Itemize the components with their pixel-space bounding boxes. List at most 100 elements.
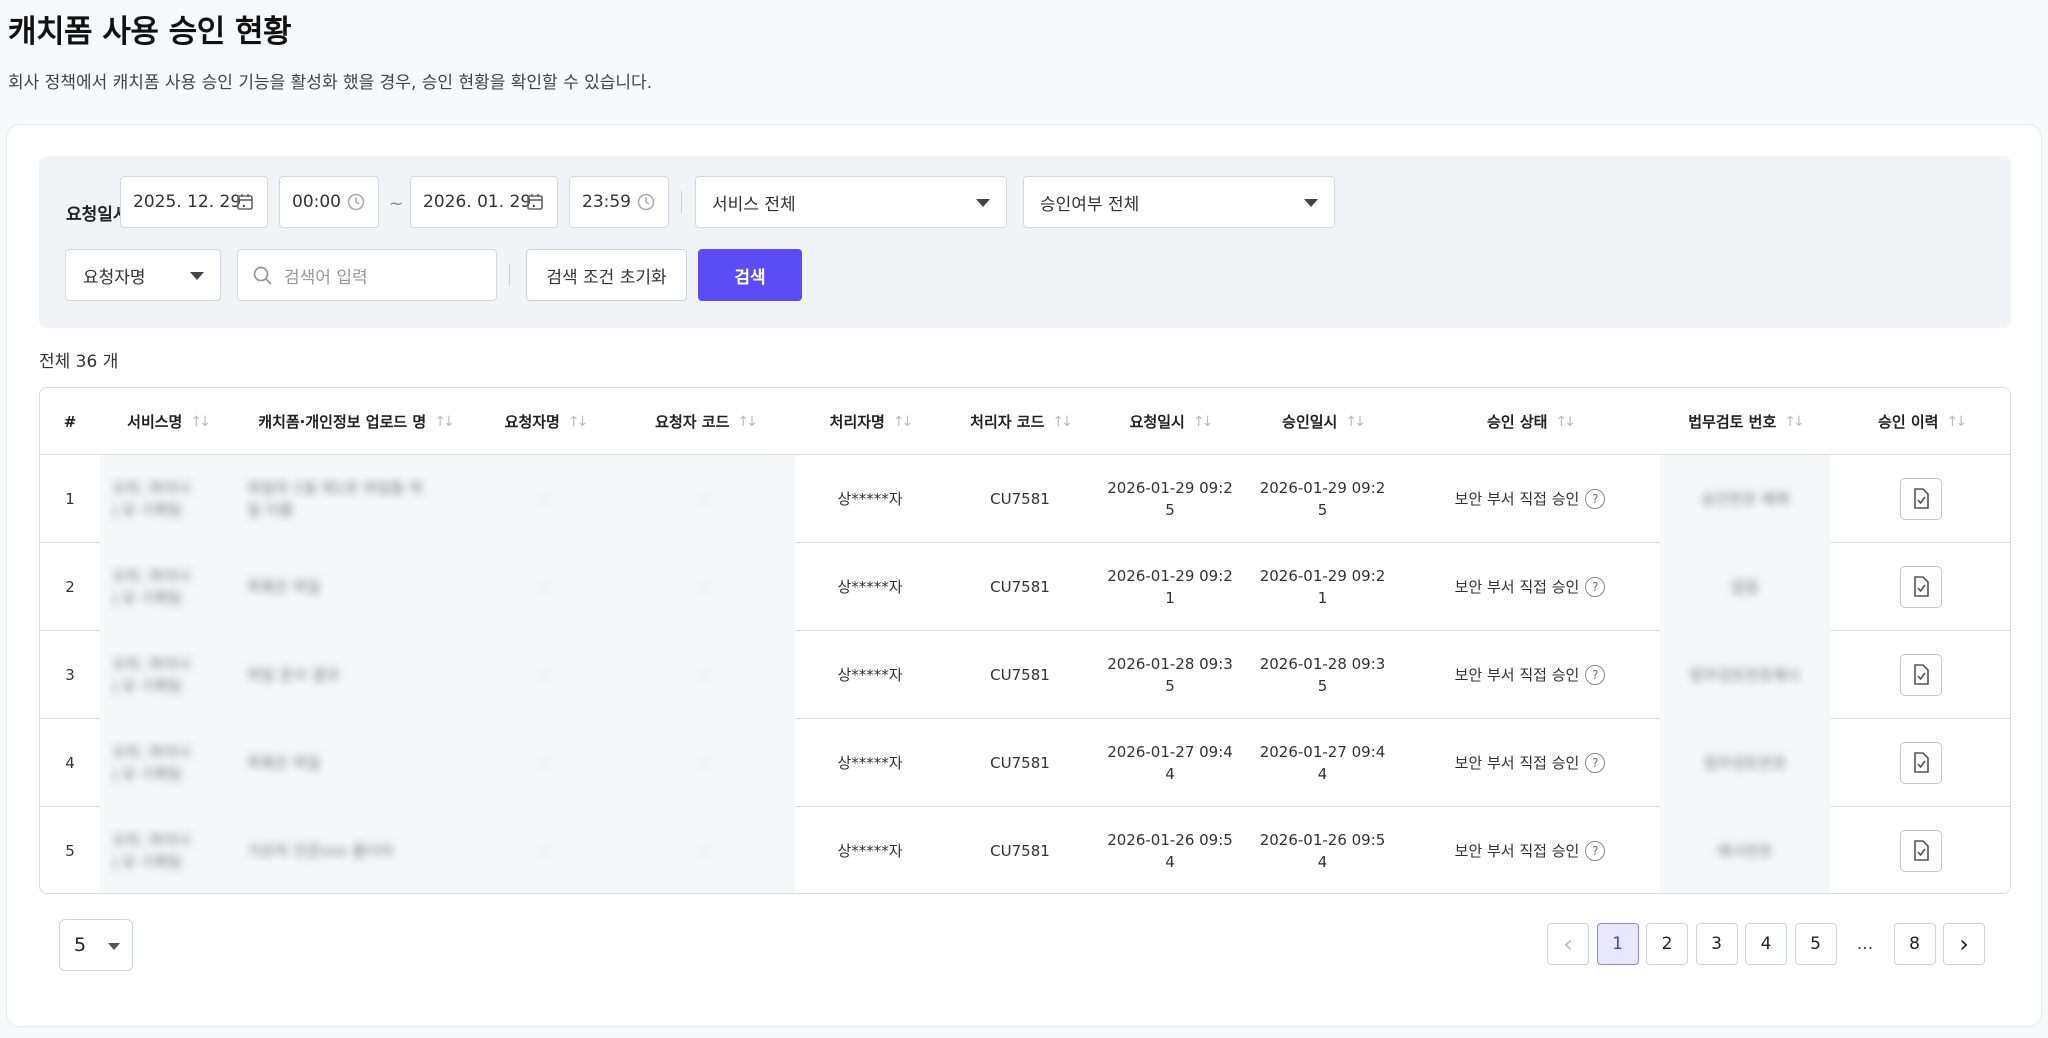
sort-icon[interactable]: ↑↓ — [1193, 414, 1214, 430]
col-history-cell[interactable] — [1830, 543, 2010, 631]
table-row[interactable]: 1 오피, 파이너 | 유 기획팀 파일의 1월 제1호 파일돌 파일 이름 - - 상*… — [40, 455, 2010, 543]
cell-text: CU7581 — [990, 578, 1050, 596]
datetime-text: 2026-01-28 09:3 5 — [1107, 655, 1233, 695]
sort-icon[interactable]: ↑↓ — [1052, 414, 1073, 430]
col-legal-no-cell: 예시번호 — [1660, 807, 1830, 893]
col-request-time-header[interactable]: 요청일시 ↑↓ — [1095, 388, 1245, 455]
col-status-cell: 보안 부서 직접 승인? — [1400, 455, 1660, 543]
help-icon[interactable]: ? — [1585, 665, 1606, 685]
col-processor-code-cell: CU7581 — [945, 631, 1095, 719]
status-text: 보안 부서 직접 승인 — [1454, 578, 1580, 596]
help-icon[interactable]: ? — [1585, 841, 1606, 861]
col-number-cell: 2 — [40, 543, 100, 631]
sort-icon[interactable]: ↑↓ — [190, 414, 211, 430]
page-5-button[interactable]: 5 — [1794, 923, 1837, 965]
col-processor-header[interactable]: 처리자명 ↑↓ — [795, 388, 945, 455]
cell-text: 예시번호 — [1717, 842, 1773, 860]
cell-text: - — [702, 578, 708, 596]
calendar-icon[interactable] — [525, 192, 545, 212]
sort-icon[interactable]: ↑↓ — [1784, 414, 1805, 430]
page-8-button[interactable]: 8 — [1893, 923, 1936, 965]
sort-icon[interactable]: ↑↓ — [1946, 414, 1967, 430]
history-doc-icon[interactable] — [1900, 654, 1942, 696]
service-select[interactable]: 서비스 전체 — [695, 176, 1007, 228]
chevron-down-icon — [1304, 199, 1318, 207]
end-time-input[interactable]: 23:59 — [569, 176, 669, 228]
history-doc-icon[interactable] — [1900, 830, 1942, 872]
sort-icon[interactable]: ↑↓ — [1555, 414, 1576, 430]
col-legal-no-cell: 법무검토번호예시 — [1660, 631, 1830, 719]
col-history-header[interactable]: 승인 이력 ↑↓ — [1830, 388, 2010, 455]
reset-filters-button[interactable]: 검색 조건 초기화 — [526, 249, 687, 301]
col-requester-header[interactable]: 요청자명 ↑↓ — [475, 388, 615, 455]
col-status-header[interactable]: 승인 상태 ↑↓ — [1400, 388, 1660, 455]
sort-icon[interactable]: ↑↓ — [893, 414, 914, 430]
col-history-cell[interactable] — [1830, 455, 2010, 543]
clock-icon[interactable] — [346, 192, 366, 212]
column-header-label: 요청자명 — [504, 413, 560, 431]
col-requester-cell: - — [475, 719, 615, 807]
cell-text: - — [702, 754, 708, 772]
cell-text: - — [702, 666, 708, 684]
cell-text: 법무검토번호예시 — [1689, 666, 1801, 684]
sort-icon[interactable]: ↑↓ — [568, 414, 589, 430]
table-row[interactable]: 5 오피, 파이너 | 유 기획팀 가로막 전문xxx 폴더자 - - 상*****자 CU… — [40, 807, 2010, 893]
table-row[interactable]: 2 오피, 파이너 | 유 기획팀 목록은 파일 - - 상*****자 CU7581 202… — [40, 543, 2010, 631]
col-requester-cell: - — [475, 543, 615, 631]
col-service-cell: 오피, 파이너 | 유 기획팀 — [100, 631, 235, 719]
help-icon[interactable]: ? — [1585, 489, 1606, 509]
col-upload-name-header[interactable]: 캐치폼·개인정보 업로드 명 ↑↓ — [235, 388, 475, 455]
col-requester-code-cell: - — [615, 807, 795, 893]
prev-page-button[interactable]: ‹ — [1547, 923, 1589, 965]
page-1-button[interactable]: 1 — [1596, 923, 1639, 965]
cell-text: 오피, 파이너 | 유 기획팀 — [112, 479, 191, 519]
end-date-input[interactable]: 2026. 01. 29. — [410, 176, 558, 228]
history-doc-icon[interactable] — [1900, 566, 1942, 608]
table-row[interactable]: 3 오피, 파이너 | 유 기획팀 파일 문서 결과 - - 상*****자 CU7581 2… — [40, 631, 2010, 719]
search-button[interactable]: 검색 — [698, 249, 802, 301]
col-approve-time-cell: 2026-01-27 09:4 4 — [1245, 719, 1400, 807]
history-doc-icon[interactable] — [1900, 742, 1942, 784]
col-history-cell[interactable] — [1830, 719, 2010, 807]
page-size-select[interactable]: 5 — [59, 919, 133, 971]
end-time-value: 23:59 — [582, 192, 631, 212]
start-date-input[interactable]: 2025. 12. 29. — [120, 176, 268, 228]
chevron-down-icon — [190, 272, 204, 280]
col-processor-code-header[interactable]: 처리자 코드 ↑↓ — [945, 388, 1095, 455]
sort-icon[interactable]: ↑↓ — [434, 414, 455, 430]
column-header-label: 승인일시 — [1282, 413, 1338, 431]
col-approve-time-header[interactable]: 승인일시 ↑↓ — [1245, 388, 1400, 455]
start-time-input[interactable]: 00:00 — [279, 176, 379, 228]
col-processor-cell: 상*****자 — [795, 807, 945, 893]
history-doc-icon[interactable] — [1900, 478, 1942, 520]
main-card: 요청일시 2025. 12. 29. 00:00 ~ 2026. 01. 29.… — [6, 124, 2042, 1027]
cell-text: 1 — [65, 490, 75, 508]
table-row[interactable]: 4 오피, 파이너 | 유 기획팀 목록은 파일 - - 상*****자 CU7581 202… — [40, 719, 2010, 807]
help-icon[interactable]: ? — [1585, 577, 1606, 597]
col-legal-no-cell: 법무검토번호 — [1660, 719, 1830, 807]
col-requester-code-cell: - — [615, 455, 795, 543]
clock-icon[interactable] — [636, 192, 656, 212]
col-history-cell[interactable] — [1830, 807, 2010, 893]
help-icon[interactable]: ? — [1585, 753, 1606, 773]
search-field-select[interactable]: 요청자명 — [65, 249, 221, 301]
col-upload-name-cell: 목록은 파일 — [235, 543, 475, 631]
calendar-icon[interactable] — [235, 192, 255, 212]
sort-icon[interactable]: ↑↓ — [1345, 414, 1366, 430]
search-input[interactable]: 검색어 입력 — [237, 249, 497, 301]
col-service-header[interactable]: 서비스명 ↑↓ — [100, 388, 235, 455]
next-page-button[interactable]: › — [1943, 923, 1985, 965]
search-placeholder: 검색어 입력 — [284, 267, 368, 288]
page-3-button[interactable]: 3 — [1695, 923, 1738, 965]
col-requester-code-header[interactable]: 요청자 코드 ↑↓ — [615, 388, 795, 455]
col-legal-no-header[interactable]: 법무검토 번호 ↑↓ — [1660, 388, 1830, 455]
approval-select[interactable]: 승인여부 전체 — [1023, 176, 1335, 228]
sort-icon[interactable]: ↑↓ — [737, 414, 758, 430]
status-text: 보안 부서 직접 승인 — [1454, 490, 1580, 508]
col-history-cell[interactable] — [1830, 631, 2010, 719]
page-4-button[interactable]: 4 — [1745, 923, 1787, 965]
page-2-button[interactable]: 2 — [1646, 923, 1688, 965]
col-requester-cell: - — [475, 631, 615, 719]
col-status-cell: 보안 부서 직접 승인? — [1400, 807, 1660, 893]
col-requester-code-cell: - — [615, 543, 795, 631]
